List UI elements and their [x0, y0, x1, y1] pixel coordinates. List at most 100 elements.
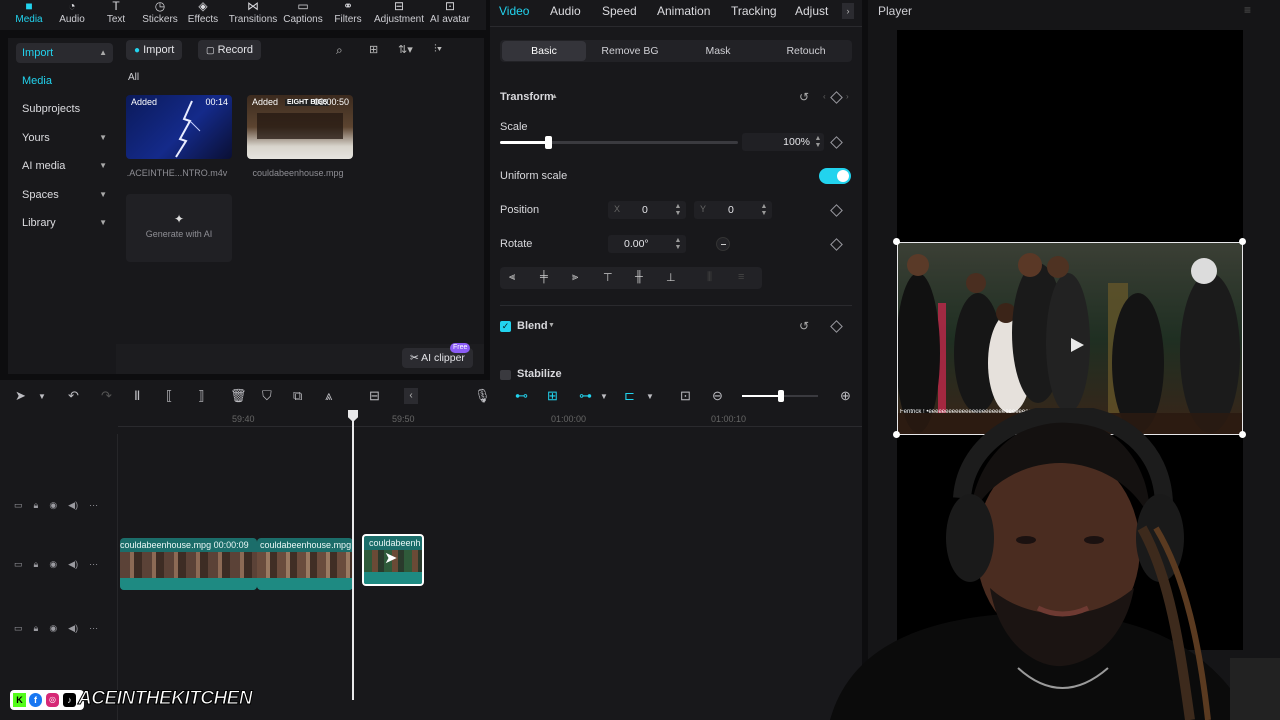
ai-edit-icon[interactable]: ⩓ — [325, 388, 332, 404]
tab-audio-props[interactable]: Audio — [550, 4, 581, 18]
sidebar-item-library[interactable]: Library ▼ — [16, 213, 113, 233]
speaker-icon[interactable]: ◀︎) — [68, 500, 78, 510]
video-preview[interactable]: Fentrick ! •eeeeeeeeeeeeeeeeeeeeeeeeeeee… — [897, 242, 1243, 435]
filter-icon[interactable]: ⫶▾ — [434, 43, 442, 56]
scale-slider-knob[interactable] — [544, 136, 552, 149]
tab-tracking[interactable]: Tracking — [731, 4, 777, 18]
lock-icon[interactable]: 🔒︎ — [34, 559, 39, 569]
position-y-input[interactable]: Y 0 ▲ ▼ — [694, 201, 772, 219]
blend-heading[interactable]: Blend — [517, 320, 548, 332]
lock-icon[interactable]: 🔒︎ — [34, 500, 39, 510]
chevron-down-icon[interactable]: ▼ — [548, 322, 555, 329]
preview-axis-icon[interactable]: ⊏ — [624, 388, 635, 404]
sidebar-item-ai-media[interactable]: AI media ▼ — [16, 156, 113, 176]
collapse-tools-icon[interactable]: ‹ — [404, 388, 418, 404]
resize-handle[interactable] — [1239, 238, 1246, 245]
keyframe-icon[interactable] — [830, 91, 843, 104]
linkage-icon[interactable]: ⊶ — [579, 388, 592, 404]
transform-heading[interactable]: Transform — [500, 91, 554, 103]
subtab-retouch[interactable]: Retouch — [764, 41, 848, 61]
tab-transitions[interactable]: ⋈ Transitions — [226, 0, 280, 30]
more-icon[interactable]: ··· — [89, 623, 98, 633]
speaker-icon[interactable]: ◀︎) — [68, 559, 78, 569]
tab-captions[interactable]: ▭ Captions — [278, 0, 328, 30]
zoom-in-icon[interactable]: ⊕ — [840, 388, 851, 404]
stepper-icon[interactable]: ▲ ▼ — [674, 237, 682, 251]
chevron-down-icon[interactable]: ▼ — [646, 392, 654, 401]
tab-adjust[interactable]: Adjust — [795, 4, 828, 18]
media-thumbnail[interactable]: Added 00:14 — [126, 95, 232, 159]
sidebar-item-subprojects[interactable]: Subprojects — [16, 99, 113, 119]
scale-input[interactable]: 100% ▲ ▼ — [742, 133, 824, 151]
align-left-icon[interactable]: ⫷ — [509, 271, 515, 284]
filter-all-label[interactable]: All — [128, 72, 139, 83]
search-icon[interactable]: ⌕ — [336, 43, 343, 58]
record-button[interactable]: ▢ Record — [198, 40, 262, 60]
stabilize-checkbox[interactable] — [500, 370, 511, 380]
grid-view-icon[interactable]: ⊞ — [369, 43, 378, 56]
track-cover-icon[interactable]: ▭ — [14, 500, 23, 510]
keyframe-icon[interactable] — [830, 238, 843, 251]
stepper-icon[interactable]: ▲ ▼ — [760, 203, 768, 217]
chevron-up-icon[interactable]: ▲ — [551, 93, 558, 100]
zoom-out-icon[interactable]: ⊖ — [712, 388, 723, 404]
reset-icon[interactable]: ↺ — [799, 319, 809, 333]
fit-timeline-icon[interactable]: ⊡ — [680, 388, 691, 404]
select-tool-icon[interactable]: ➤ — [15, 388, 26, 404]
align-top-icon[interactable]: ⊤ — [603, 271, 613, 284]
microphone-icon[interactable]: 🎙 — [474, 388, 491, 404]
delete-icon[interactable]: 🗑 — [230, 388, 247, 404]
reset-icon[interactable]: ↺ — [799, 90, 809, 104]
trim-right-icon[interactable]: ⟧ — [198, 388, 204, 404]
align-bottom-icon[interactable]: ⊥ — [666, 271, 676, 284]
stepper-icon[interactable]: ▲ ▼ — [814, 135, 822, 149]
track-cover-icon[interactable]: ▭ — [14, 559, 23, 569]
main-track-magnet-icon[interactable]: ⊷ — [515, 388, 528, 404]
sort-icon[interactable]: ⇅▾ — [398, 43, 413, 56]
split-icon[interactable]: Ⅱ — [134, 388, 140, 404]
tab-effects[interactable]: ◈ Effects — [178, 0, 228, 30]
eye-icon[interactable]: ◉ — [49, 500, 57, 510]
eye-icon[interactable]: ◉ — [49, 623, 57, 633]
timeline-clip[interactable]: couldabeenhouse.mpg — [257, 538, 353, 590]
subtab-mask[interactable]: Mask — [676, 41, 760, 61]
trim-left-icon[interactable]: ⟦ — [166, 388, 172, 404]
tab-adjustment[interactable]: ⊟ Adjustment — [371, 0, 427, 30]
lock-icon[interactable]: 🔒︎ — [34, 623, 39, 633]
tab-text[interactable]: T Text — [91, 0, 141, 30]
resize-handle[interactable] — [893, 238, 900, 245]
stepper-icon[interactable]: ▲ ▼ — [674, 203, 682, 217]
crop-icon[interactable]: ⧉ — [293, 388, 302, 404]
blend-checkbox[interactable]: ✓ — [500, 321, 511, 332]
keyframe-icon[interactable] — [830, 204, 843, 217]
undo-icon[interactable]: ↶ — [68, 388, 79, 404]
auto-snap-icon[interactable]: ⊞ — [547, 388, 558, 404]
zoom-slider[interactable] — [742, 390, 818, 402]
chevron-down-icon[interactable]: ▼ — [600, 392, 608, 401]
sidebar-item-yours[interactable]: Yours ▼ — [16, 128, 113, 148]
track-cover-icon[interactable]: ▭ — [14, 623, 23, 633]
sidebar-item-import[interactable]: Import ▲ — [16, 43, 113, 63]
sidebar-item-spaces[interactable]: Spaces ▼ — [16, 185, 113, 205]
import-button[interactable]: ● Import — [126, 40, 183, 60]
speaker-icon[interactable]: ◀︎) — [68, 623, 78, 633]
more-icon[interactable]: ··· — [89, 500, 98, 510]
tab-speed[interactable]: Speed — [602, 4, 637, 18]
chevron-down-icon[interactable]: ▼ — [38, 392, 46, 401]
sidebar-item-media[interactable]: Media — [16, 71, 113, 91]
tab-ai-avatar[interactable]: ⊡ AI avatar — [425, 0, 475, 30]
stabilize-heading[interactable]: Stabilize — [517, 368, 562, 380]
rotate-dial[interactable] — [716, 237, 730, 251]
scale-slider[interactable] — [500, 136, 738, 149]
marker-icon[interactable]: ⛉ — [262, 388, 272, 404]
subtab-basic[interactable]: Basic — [502, 41, 586, 61]
align-right-icon[interactable]: ⫸ — [572, 271, 578, 284]
menu-icon[interactable]: ≡ — [1244, 3, 1251, 17]
generate-with-ai-card[interactable]: ✦ Generate with AI — [126, 194, 232, 262]
keyframe-icon[interactable] — [830, 136, 843, 149]
tab-video[interactable]: Video — [499, 4, 529, 18]
more-icon[interactable]: ··· — [89, 559, 98, 569]
zoom-slider-knob[interactable] — [778, 390, 784, 402]
rotate-input[interactable]: 0.00° ▲ ▼ — [608, 235, 686, 253]
align-middle-icon[interactable]: ╫ — [635, 271, 643, 283]
